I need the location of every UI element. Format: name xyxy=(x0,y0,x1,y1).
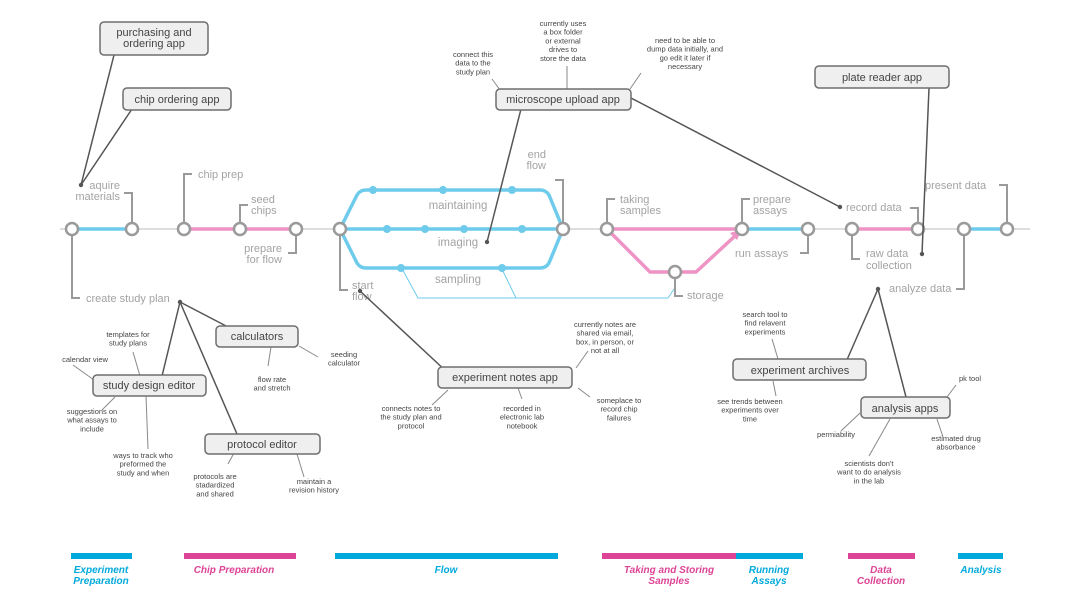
node-seed-chips[interactable] xyxy=(232,221,248,237)
stop-label-end-flow: end flow xyxy=(526,149,546,172)
app-label: study design editor xyxy=(103,380,196,392)
segment-samples-storage xyxy=(605,227,737,274)
node-taking-samples[interactable] xyxy=(599,221,615,237)
app-label: purchasing and ordering app xyxy=(116,27,191,50)
stop-label-raw-data-collection: raw data collection xyxy=(866,248,912,272)
stop-label-record-data: record data xyxy=(846,202,903,214)
stop-leaders xyxy=(71,173,1008,299)
phase-flow: Flow xyxy=(335,553,558,576)
note-notes-shared: currently notes are shared via email, box,… xyxy=(574,320,636,355)
phase-experiment-preparation: Experiment Preparation xyxy=(71,553,132,587)
phase-data-collection: Data Collection xyxy=(848,553,915,587)
note-notes-eln: recorded in electronic lab notebook xyxy=(500,404,544,430)
app-microscope-upload[interactable]: microscope upload app xyxy=(495,88,632,111)
stop-label-present-data: present data xyxy=(925,180,987,192)
app-plate-reader[interactable]: plate reader app xyxy=(814,65,950,89)
app-label: experiment archives xyxy=(751,365,850,377)
branch-label-sampling: sampling xyxy=(435,274,481,286)
app-label: plate reader app xyxy=(842,72,922,84)
node-raw-data[interactable] xyxy=(844,221,860,237)
app-chip-ordering[interactable]: chip ordering app xyxy=(122,87,232,111)
node-storage[interactable] xyxy=(667,264,683,280)
stop-label-prepare-assays: prepare assays xyxy=(753,194,791,217)
note-protocols-standardized: protocols are stadardized and shared xyxy=(193,472,236,498)
journey-map: aquire materials create study plan chip p… xyxy=(60,19,1030,587)
app-protocol-editor[interactable]: protocol editor xyxy=(204,433,321,455)
app-label: experiment notes app xyxy=(452,372,558,384)
phase-label: Analysis xyxy=(959,565,1002,576)
app-label: calculators xyxy=(231,331,284,343)
note-templates: templates for study plans xyxy=(106,330,150,348)
app-label: protocol editor xyxy=(227,439,297,451)
node-start[interactable] xyxy=(64,221,80,237)
app-boxes: purchasing and ordering app chip ordering… xyxy=(92,21,951,455)
note-notes-connect: connects notes to the study plan and proto… xyxy=(380,404,441,430)
phase-running-assays: Running Assays xyxy=(736,553,803,587)
app-study-design-editor[interactable]: study design editor xyxy=(92,374,207,397)
stop-label-run-assays: run assays xyxy=(735,248,789,260)
note-notes-failures: someplace to record chip failures xyxy=(597,396,642,422)
note-revision-history: maintain a revision history xyxy=(289,477,339,495)
phase-label: Chip Preparation xyxy=(194,565,275,576)
phase-label: Experiment Preparation xyxy=(73,565,129,587)
stop-label-prepare-for-flow: prepare for flow xyxy=(244,243,282,266)
app-purchasing-and-ordering[interactable]: purchasing and ordering app xyxy=(99,21,209,56)
app-experiment-archives[interactable]: experiment archives xyxy=(732,358,867,381)
stop-label-taking-samples: taking samples xyxy=(620,194,661,217)
stop-label-storage: storage xyxy=(687,290,724,302)
app-label: analysis apps xyxy=(872,403,939,415)
note-microscope-box: currently uses a box folder or external dri… xyxy=(540,19,587,63)
note-search-tool: search tool to find relavent experiments xyxy=(742,310,787,336)
note-microscope-dump: need to be able to dump data initially, a… xyxy=(647,36,723,71)
node-prepare-for-flow[interactable] xyxy=(288,221,304,237)
app-analysis-apps[interactable]: analysis apps xyxy=(860,396,951,419)
note-calendar: calendar view xyxy=(62,355,108,364)
note-permiability: permiability xyxy=(817,430,855,439)
note-microscope-connect: connect this data to the study plan xyxy=(453,50,493,76)
note-suggestions: suggestions on what assays to include xyxy=(66,407,117,433)
node-end-flow[interactable] xyxy=(555,221,571,237)
note-scientists: scientists don't want to do analysis in th… xyxy=(836,459,901,485)
note-trends: see trends between experiments over time xyxy=(717,397,782,423)
app-label: microscope upload app xyxy=(506,94,620,106)
stop-label-analyze-data: analyze data xyxy=(889,283,952,295)
note-track-who: ways to track who preformed the study and … xyxy=(112,451,173,477)
node-analyze-data[interactable] xyxy=(956,221,972,237)
branch-label-imaging: imaging xyxy=(438,237,478,249)
node-start-flow[interactable] xyxy=(332,221,348,237)
phase-taking-storing-samples: Taking and Storing Samples xyxy=(602,553,736,587)
app-experiment-notes[interactable]: experiment notes app xyxy=(437,366,573,389)
connector-dots xyxy=(78,182,925,305)
stop-label-seed-chips: seed chips xyxy=(251,194,277,217)
note-pk-tool: pk tool xyxy=(959,374,981,383)
app-label: chip ordering app xyxy=(134,94,219,106)
note-drug-absorbance: estimated drug absorbance xyxy=(931,434,981,452)
phase-label: Flow xyxy=(435,565,459,576)
phase-legend: Experiment Preparation Chip Preparation F… xyxy=(71,553,1003,587)
phase-label: Taking and Storing Samples xyxy=(624,565,714,587)
note-seeding-calculator: seeding calculator xyxy=(328,350,361,368)
branch-label-maintaining: maintaining xyxy=(429,200,488,212)
node-run-assays[interactable] xyxy=(800,221,816,237)
node-chip-prep[interactable] xyxy=(176,221,192,237)
node-present-data[interactable] xyxy=(999,221,1015,237)
stop-label-create-study-plan: create study plan xyxy=(86,293,170,305)
phase-analysis: Analysis xyxy=(958,553,1003,576)
node-aquire-materials[interactable] xyxy=(124,221,140,237)
node-prepare-assays[interactable] xyxy=(734,221,750,237)
phase-label: Running Assays xyxy=(749,565,790,587)
app-calculators[interactable]: calculators xyxy=(215,325,299,348)
stop-label-chip-prep: chip prep xyxy=(198,169,243,181)
phase-label: Data Collection xyxy=(857,565,905,587)
phase-chip-preparation: Chip Preparation xyxy=(184,553,296,576)
note-flow-rate: flow rate and stretch xyxy=(253,375,290,393)
